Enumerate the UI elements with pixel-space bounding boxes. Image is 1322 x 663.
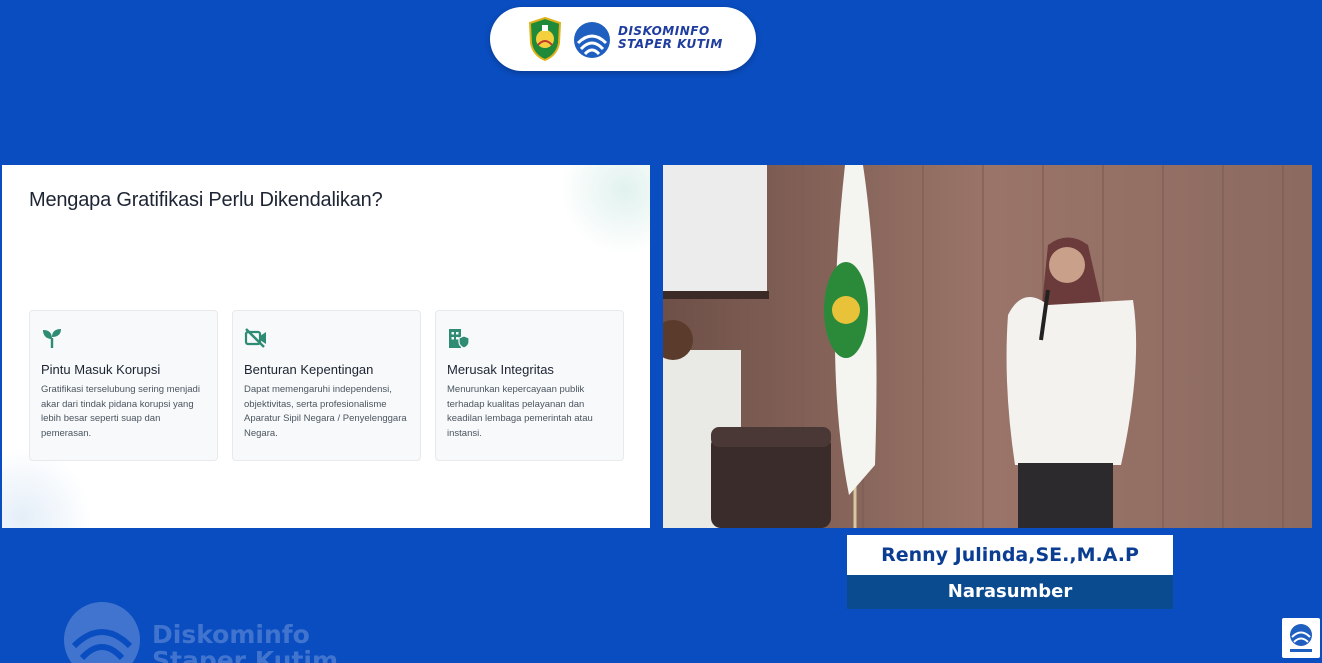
watermark-logo-icon	[64, 602, 140, 663]
video-frame-image	[663, 165, 1312, 528]
watermark: Diskominfo Staper Kutim	[62, 600, 382, 663]
regency-emblem-icon	[528, 17, 562, 61]
card-body: Dapat memengaruhi independensi, objektiv…	[244, 384, 407, 439]
speaker-role: Narasumber	[847, 575, 1173, 609]
info-card: Benturan Kepentingan Dapat memengaruhi i…	[232, 310, 421, 461]
brand-line-2: STAPER KUTIM	[618, 37, 723, 51]
card-body: Gratifikasi terselubung sering menjadi a…	[41, 384, 200, 439]
video-off-icon	[244, 328, 266, 348]
info-card: Pintu Masuk Korupsi Gratifikasi terselub…	[29, 310, 218, 461]
brand-text: DISKOMINFO STAPER KUTIM	[618, 25, 738, 51]
card-title: Pintu Masuk Korupsi	[41, 362, 161, 377]
card-body: Menurunkan kepercayaan publik terhadap k…	[447, 384, 593, 439]
card-title: Benturan Kepentingan	[244, 362, 374, 377]
corner-logo-badge	[1282, 618, 1320, 658]
building-shield-icon	[449, 329, 470, 349]
watermark-line-2: Staper Kutim	[152, 646, 339, 663]
info-card: Merusak Integritas Menurunkan kepercayaa…	[435, 310, 624, 461]
card-title: Merusak Integritas	[447, 362, 554, 377]
watermark-line-1: Diskominfo	[152, 620, 310, 649]
diskominfo-logo-icon	[574, 22, 610, 58]
slide-title: Mengapa Gratifikasi Perlu Dikendalikan?	[29, 189, 383, 211]
presentation-slide: Mengapa Gratifikasi Perlu Dikendalikan? …	[2, 165, 650, 528]
decorative-glow	[560, 165, 650, 255]
sprout-icon	[43, 329, 61, 348]
header-logo-bar: DISKOMINFO STAPER KUTIM	[490, 7, 756, 71]
diskominfo-mini-logo-icon	[1290, 624, 1312, 652]
speaker-name: Renny Julinda,SE.,M.A.P	[847, 535, 1173, 575]
watermark-text: Diskominfo Staper Kutim	[152, 622, 382, 663]
speaker-video-feed	[663, 165, 1312, 528]
